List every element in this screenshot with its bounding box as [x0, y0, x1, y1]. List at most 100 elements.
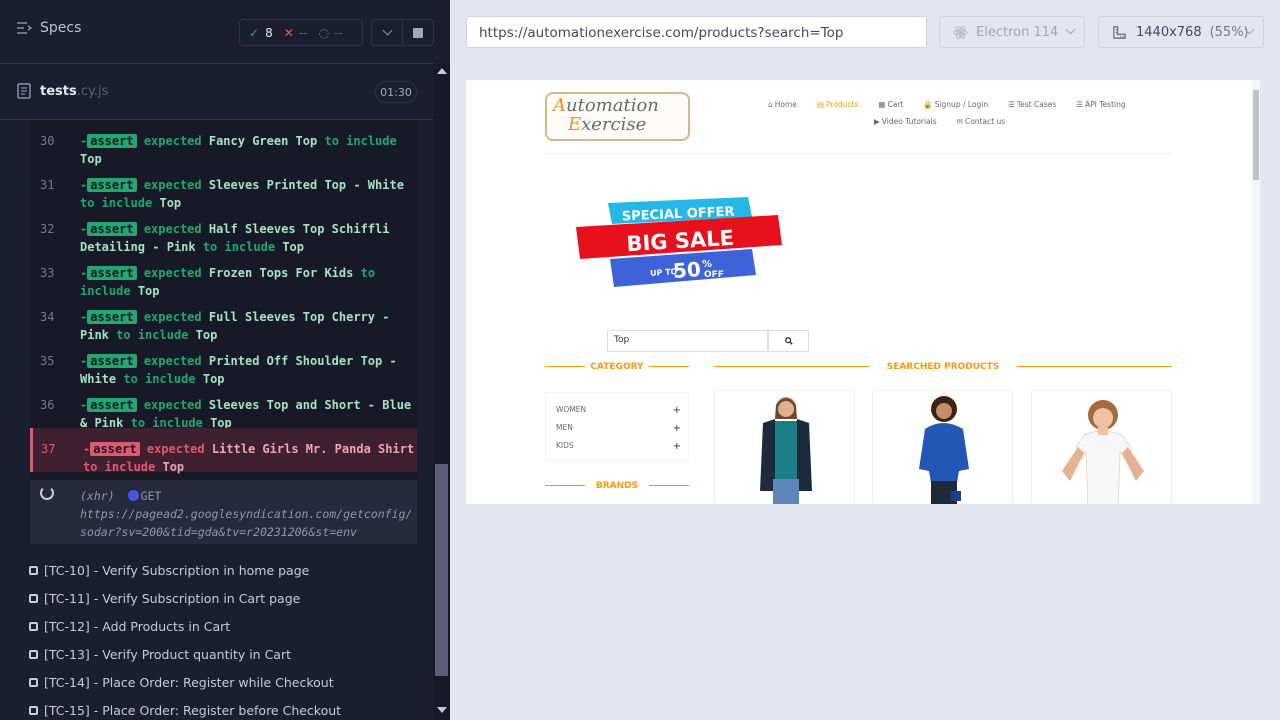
site-logo[interactable]: Automation Exercise: [545, 92, 690, 141]
nav-icon: ⌂: [768, 100, 773, 109]
nav-link-video-tutorials[interactable]: ▶ Video Tutorials: [874, 117, 947, 126]
browser-selector[interactable]: Electron 114: [939, 16, 1085, 48]
nav-link-api-testing[interactable]: ☰ API Testing: [1076, 100, 1135, 109]
nav-link-cart[interactable]: ▦ Cart: [878, 100, 913, 109]
assert-badge: assert: [87, 310, 137, 324]
command-row[interactable]: 34 - assert expected Full Sleeves Top Cher…: [30, 296, 417, 342]
brands-heading: BRANDS: [595, 481, 639, 491]
test-item[interactable]: [TC-13] - Verify Product quantity in Car…: [29, 640, 429, 668]
test-stats: ✓ 8 ✕ -- ◌ --: [239, 19, 363, 46]
command-number: 35: [40, 354, 55, 368]
scroll-up-arrow-icon[interactable]: [437, 68, 447, 74]
product-card[interactable]: [714, 390, 855, 504]
product-card[interactable]: [1031, 390, 1172, 504]
product-card[interactable]: [872, 390, 1013, 504]
nav-icon: ✉: [956, 117, 963, 126]
test-title: [TC-10] - Verify Subscription in home pa…: [44, 562, 310, 578]
plus-icon: +: [672, 405, 681, 416]
passed-count: 8: [265, 25, 273, 40]
pending-checkbox-icon: [29, 565, 38, 575]
reporter-panel: Specs ✓ 8 ✕ -- ◌ -- tests.cy.js 01:30 30…: [0, 0, 450, 720]
viewport-scale: (55%): [1209, 24, 1249, 40]
assert-badge: assert: [87, 354, 137, 368]
nav-link-test-cases[interactable]: ☰ Test Cases: [1008, 100, 1066, 109]
specs-button[interactable]: Specs: [16, 20, 81, 36]
test-list: [TC-10] - Verify Subscription in home pa…: [29, 556, 429, 720]
test-title: [TC-13] - Verify Product quantity in Car…: [44, 646, 292, 662]
failed-x-icon: ✕: [283, 25, 294, 40]
pending-checkbox-icon: [29, 649, 38, 659]
assert-badge: assert: [87, 222, 137, 236]
logo-word-2: xercise: [581, 114, 647, 135]
aut-scrollbar-thumb[interactable]: [1253, 90, 1259, 180]
sale-banner: SPECIAL OFFER BIG SALE UP TO 50 % OFF: [576, 197, 782, 287]
collapse-button[interactable]: [371, 19, 403, 46]
command-row[interactable]: 31 - assert expected Sleeves Printed Top -…: [30, 164, 417, 210]
assert-badge: assert: [87, 134, 137, 148]
command-number: 33: [40, 266, 55, 280]
specs-title: Specs: [40, 20, 82, 36]
nav-icon: ☰: [1076, 100, 1083, 109]
aut-scrollbar[interactable]: [1252, 80, 1260, 504]
nav-link-home[interactable]: ⌂ Home: [768, 100, 807, 109]
command-row[interactable]: 37 - assert expected Little Girls Mr. Pand…: [30, 428, 417, 474]
category-item[interactable]: KIDS +: [556, 441, 681, 452]
command-number: 30: [40, 134, 55, 148]
nav-icon: ▤: [816, 100, 825, 109]
category-item[interactable]: WOMEN +: [556, 405, 681, 416]
pending-checkbox-icon: [29, 677, 38, 687]
test-item[interactable]: [TC-11] - Verify Subscription in Cart pa…: [29, 584, 429, 612]
nav-icon: 🔒: [923, 100, 933, 109]
command-row[interactable]: 32 - assert expected Half Sleeves Top Schi…: [30, 208, 417, 254]
test-item[interactable]: [TC-10] - Verify Subscription in home pa…: [29, 556, 429, 584]
app-under-test-frame[interactable]: Automation Exercise ⌂ Home ▤ Products ▦ Cart 🔒…: [466, 80, 1260, 504]
search-button[interactable]: [768, 330, 809, 352]
failed-count: --: [298, 25, 308, 40]
command-row[interactable]: 33 - assert expected Frozen Tops For Kids …: [30, 252, 417, 298]
command-message: - assert expected Fancy Green Top to incl…: [80, 134, 397, 166]
command-message: - assert expected Half Sleeves Top Schiff…: [80, 222, 390, 254]
test-title: [TC-11] - Verify Subscription in Cart pa…: [44, 590, 301, 606]
stop-icon: [413, 27, 423, 38]
stop-button[interactable]: [402, 19, 434, 46]
assert-subject: Sleeves Printed Top - White: [208, 178, 404, 192]
reporter-scrollbar[interactable]: [433, 64, 450, 720]
nav-link-products[interactable]: ▤ Products: [817, 100, 868, 109]
product-search-input[interactable]: Top: [607, 330, 768, 352]
browser-name: Electron 114: [976, 24, 1059, 40]
url-bar[interactable]: https://automationexercise.com/products?…: [466, 16, 927, 48]
loading-spinner-icon: [40, 486, 54, 500]
pending-count: --: [333, 25, 343, 40]
xhr-request-row[interactable]: (xhr) GET https://pagead2.googlesyndicati…: [30, 480, 417, 544]
test-item[interactable]: [TC-15] - Place Order: Register before C…: [29, 696, 429, 720]
command-row[interactable]: 36 - assert expected Sleeves Top and Short…: [30, 384, 417, 430]
product-image-model: [760, 397, 812, 504]
viewport-info[interactable]: 1440x768 (55%): [1098, 16, 1264, 48]
nav-link-contact-us[interactable]: ✉ Contact us: [957, 117, 1016, 126]
command-row[interactable]: 35 - assert expected Printed Off Shoulder …: [30, 340, 417, 386]
plus-icon: +: [672, 423, 681, 434]
command-number: 36: [40, 398, 55, 412]
site-nav: ⌂ Home ▤ Products ▦ Cart 🔒 Signup / Login ☰ Test …: [768, 96, 1148, 130]
chevron-down-icon: [382, 25, 392, 36]
product-image-model: [1062, 400, 1144, 504]
plus-icon: +: [672, 441, 681, 452]
xhr-url: https://pagead2.googlesyndication.com/ge…: [80, 507, 413, 539]
search-icon: [784, 337, 793, 345]
test-item[interactable]: [TC-12] - Add Products in Cart: [29, 612, 429, 640]
pending-spinner-icon: ◌: [318, 25, 329, 40]
scrollbar-thumb[interactable]: [435, 464, 448, 676]
command-log: 30 - assert expected Fancy Green Top to in…: [30, 120, 417, 544]
test-item[interactable]: [TC-14] - Place Order: Register while Ch…: [29, 668, 429, 696]
percent-text: %: [702, 259, 712, 270]
spec-file-name[interactable]: tests.cy.js: [40, 84, 108, 99]
fifty-text: 50: [672, 257, 701, 283]
nav-link-signup-login[interactable]: 🔒 Signup / Login: [923, 100, 998, 109]
test-title: [TC-12] - Add Products in Cart: [44, 618, 231, 634]
category-item[interactable]: MEN +: [556, 423, 681, 434]
chevron-down-icon: [1065, 24, 1076, 35]
electron-icon: [953, 26, 968, 39]
viewport-size: 1440x768: [1136, 24, 1202, 40]
scroll-down-arrow-icon[interactable]: [437, 707, 447, 713]
command-row[interactable]: 30 - assert expected Fancy Green Top to in…: [30, 120, 417, 166]
